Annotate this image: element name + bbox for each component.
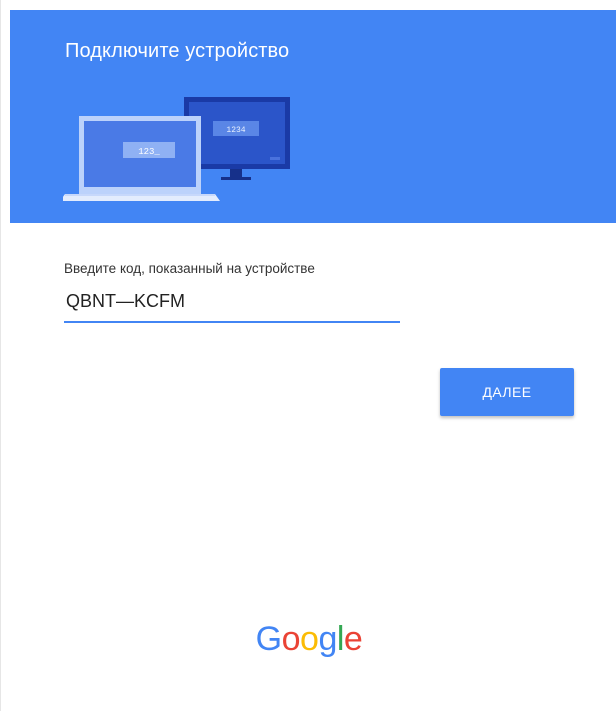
laptop-code: 123_	[138, 147, 160, 157]
devices-illustration: 1234 123_	[63, 97, 290, 201]
header-banner: Подключите устройство 1234 123_	[10, 10, 616, 223]
code-form: Введите код, показанный на устройстве	[64, 261, 584, 323]
monitor-code: 1234	[226, 126, 245, 135]
google-logo-letter: o	[281, 620, 301, 658]
device-connect-page: Подключите устройство 1234 123_ Введите …	[0, 0, 616, 711]
google-logo-letter: e	[343, 620, 363, 658]
google-logo-letter: o	[300, 620, 319, 658]
page-title: Подключите устройство	[65, 40, 290, 62]
google-logo-letter: l	[336, 620, 345, 658]
google-logo-letter: g	[318, 620, 337, 658]
next-button[interactable]: ДАЛЕЕ	[440, 368, 574, 416]
code-input[interactable]	[64, 291, 400, 323]
google-logo: Google	[1, 622, 616, 656]
laptop-icon: 123_	[63, 116, 220, 201]
google-logo-letter: G	[255, 620, 282, 658]
code-field-label: Введите код, показанный на устройстве	[64, 261, 315, 276]
